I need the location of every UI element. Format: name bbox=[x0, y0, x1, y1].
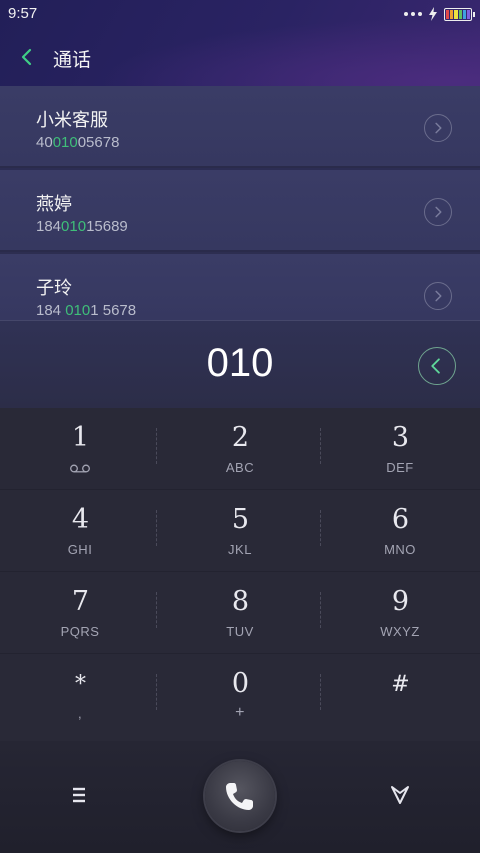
battery-icon bbox=[444, 7, 475, 21]
phone-icon bbox=[226, 783, 253, 810]
key-2[interactable]: 2 ABC bbox=[160, 408, 320, 490]
number-prefix: 184 bbox=[36, 218, 62, 235]
key-digit: 7 bbox=[71, 586, 89, 617]
status-time: 9:57 bbox=[8, 5, 38, 22]
key-separator bbox=[156, 428, 157, 464]
charging-icon bbox=[429, 7, 437, 21]
key-letters: WXYZ bbox=[380, 624, 420, 639]
key-digit: 5 bbox=[231, 504, 249, 535]
key-separator bbox=[156, 674, 157, 710]
contact-item[interactable]: 子玲 184 0101 5678 bbox=[0, 254, 480, 320]
key-digit: 4 bbox=[71, 504, 89, 535]
keypad-row: * , 0 + # bbox=[0, 654, 480, 741]
contact-item[interactable]: 燕婷 18401015689 bbox=[0, 170, 480, 252]
key-1[interactable]: 1 bbox=[0, 408, 160, 490]
number-match: 010 bbox=[61, 218, 87, 235]
key-9[interactable]: 9 WXYZ bbox=[320, 572, 480, 654]
key-separator bbox=[156, 510, 157, 546]
number-suffix: 15689 bbox=[86, 218, 128, 235]
number-prefix: 184 bbox=[36, 302, 66, 319]
top-header: 9:57 通话 bbox=[0, 0, 480, 86]
key-digit: 3 bbox=[391, 422, 409, 453]
key-digit: 9 bbox=[391, 586, 409, 617]
status-icons bbox=[404, 7, 475, 21]
contact-number: 184 0101 5678 bbox=[36, 302, 136, 319]
keypad-row: 4 GHI 5 JKL 6 MNO bbox=[0, 490, 480, 572]
key-6[interactable]: 6 MNO bbox=[320, 490, 480, 572]
back-button[interactable] bbox=[16, 44, 40, 70]
key-letters: GHI bbox=[67, 542, 93, 557]
keypad-row: 1 2 ABC 3 DEF bbox=[0, 408, 480, 490]
key-5[interactable]: 5 JKL bbox=[160, 490, 320, 572]
key-letters: + bbox=[235, 704, 245, 721]
key-letters: ABC bbox=[225, 460, 255, 475]
bottom-action-bar bbox=[0, 741, 480, 853]
key-letters: MNO bbox=[384, 542, 416, 557]
key-star[interactable]: * , bbox=[0, 654, 160, 736]
contact-item[interactable]: 小米客服 4001005678 bbox=[0, 86, 480, 168]
number-prefix: 40 bbox=[36, 134, 53, 151]
contact-number: 18401015689 bbox=[36, 218, 128, 235]
collapse-keypad-icon[interactable] bbox=[388, 783, 412, 807]
dial-keypad: 1 2 ABC 3 DEF 4 GHI 5 JKL 6 MNO 7 PQRS 8… bbox=[0, 408, 480, 741]
key-digit: 1 bbox=[71, 422, 89, 453]
key-hash[interactable]: # bbox=[320, 654, 480, 736]
key-digit: 8 bbox=[231, 586, 249, 617]
contact-name: 小米客服 bbox=[36, 110, 108, 131]
contact-detail-button[interactable] bbox=[424, 198, 452, 226]
number-suffix: 05678 bbox=[77, 134, 120, 151]
more-dots-icon bbox=[404, 12, 422, 16]
key-3[interactable]: 3 DEF bbox=[320, 408, 480, 490]
keypad-row: 7 PQRS 8 TUV 9 WXYZ bbox=[0, 572, 480, 654]
key-separator bbox=[156, 592, 157, 628]
key-digit: 2 bbox=[231, 422, 249, 453]
key-digit: 0 bbox=[231, 668, 249, 699]
page-title: 通话 bbox=[53, 49, 92, 71]
contact-detail-button[interactable] bbox=[424, 282, 452, 310]
number-match: 010 bbox=[52, 134, 78, 151]
contact-name: 子玲 bbox=[36, 278, 72, 299]
key-0[interactable]: 0 + bbox=[160, 654, 320, 736]
call-button[interactable] bbox=[205, 761, 275, 831]
contact-number: 4001005678 bbox=[36, 134, 119, 151]
contact-name: 燕婷 bbox=[36, 194, 72, 215]
key-digit: * bbox=[75, 672, 86, 697]
contact-detail-button[interactable] bbox=[424, 114, 452, 142]
key-8[interactable]: 8 TUV bbox=[160, 572, 320, 654]
app-bar: 通话 bbox=[0, 28, 480, 86]
key-digit: 6 bbox=[391, 504, 409, 535]
key-digit: # bbox=[391, 672, 409, 697]
key-letters: JKL bbox=[228, 542, 252, 557]
number-match: 010 bbox=[65, 302, 91, 319]
voicemail-icon bbox=[70, 464, 90, 473]
dialed-number-display: 010 bbox=[0, 320, 480, 408]
status-bar: 9:57 bbox=[0, 0, 480, 28]
number-suffix: 1 5678 bbox=[90, 302, 137, 319]
menu-icon[interactable] bbox=[69, 785, 89, 805]
key-letters: PQRS bbox=[60, 624, 100, 639]
dialed-number: 010 bbox=[206, 341, 274, 385]
key-7[interactable]: 7 PQRS bbox=[0, 572, 160, 654]
key-letters: , bbox=[77, 706, 83, 721]
key-letters: TUV bbox=[226, 624, 254, 639]
key-4[interactable]: 4 GHI bbox=[0, 490, 160, 572]
key-letters: DEF bbox=[386, 460, 414, 475]
backspace-button[interactable] bbox=[418, 347, 456, 385]
